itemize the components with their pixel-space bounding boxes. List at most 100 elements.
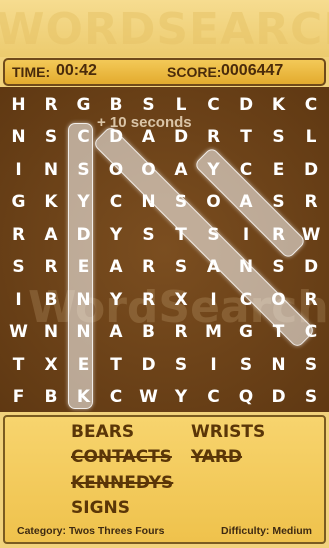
grid-cell[interactable]: R [262, 218, 295, 251]
grid-cell[interactable]: N [230, 251, 263, 284]
grid-cell[interactable]: D [165, 121, 198, 154]
grid-cell[interactable]: I [2, 153, 35, 186]
grid-cell[interactable]: X [35, 348, 68, 381]
grid-cell[interactable]: E [67, 348, 100, 381]
grid-cell[interactable]: C [67, 121, 100, 154]
grid-cell[interactable]: G [67, 88, 100, 121]
grid-cell[interactable]: N [35, 153, 68, 186]
grid-cell[interactable]: K [67, 381, 100, 414]
grid-cell[interactable]: S [132, 88, 165, 121]
grid-cell[interactable]: Q [230, 381, 263, 414]
grid-cell[interactable]: Y [100, 218, 133, 251]
grid-cell[interactable]: R [35, 251, 68, 284]
grid-cell[interactable]: T [2, 348, 35, 381]
grid-cell[interactable]: S [165, 251, 198, 284]
grid-cell[interactable]: S [230, 348, 263, 381]
grid-cell[interactable]: D [100, 121, 133, 154]
grid-cell[interactable]: T [230, 121, 263, 154]
grid-cell[interactable]: S [197, 218, 230, 251]
grid-cell[interactable]: X [165, 283, 198, 316]
grid-cell[interactable]: I [197, 283, 230, 316]
grid-cell[interactable]: I [230, 218, 263, 251]
grid-cell[interactable]: L [165, 88, 198, 121]
grid-cell[interactable]: N [35, 316, 68, 349]
grid-cell[interactable]: T [165, 218, 198, 251]
grid-cell[interactable]: C [197, 88, 230, 121]
grid-cell[interactable]: C [295, 88, 328, 121]
grid-cell[interactable]: K [262, 88, 295, 121]
grid-cell[interactable]: E [67, 251, 100, 284]
grid-cell[interactable]: O [100, 153, 133, 186]
grid-cell[interactable]: R [132, 283, 165, 316]
grid-cell[interactable]: B [35, 283, 68, 316]
grid-cell[interactable]: N [132, 186, 165, 219]
grid-cell[interactable]: S [262, 121, 295, 154]
grid-cell[interactable]: O [132, 153, 165, 186]
grid-cell[interactable]: S [35, 121, 68, 154]
grid-cell[interactable]: R [132, 251, 165, 284]
grid-cell[interactable]: A [197, 251, 230, 284]
grid-cell[interactable]: A [35, 218, 68, 251]
grid-cell[interactable]: E [262, 153, 295, 186]
grid-cell[interactable]: M [197, 316, 230, 349]
grid-cell[interactable]: D [295, 251, 328, 284]
grid-cell[interactable]: I [2, 283, 35, 316]
letter-grid[interactable]: WordSearch + 10 seconds HRGBSLCDKCNSCDAD… [0, 87, 329, 412]
grid-cell[interactable]: R [165, 316, 198, 349]
grid-cell[interactable]: W [132, 381, 165, 414]
grid-cell[interactable]: N [2, 121, 35, 154]
grid-cell[interactable]: S [295, 348, 328, 381]
grid-cell[interactable]: I [197, 348, 230, 381]
grid-cell[interactable]: Y [100, 283, 133, 316]
grid-cell[interactable]: G [2, 186, 35, 219]
grid-cell[interactable]: T [100, 348, 133, 381]
grid-cell[interactable]: C [230, 283, 263, 316]
grid-cell[interactable]: S [2, 251, 35, 284]
grid-cell[interactable]: Y [67, 186, 100, 219]
grid-cell[interactable]: L [295, 121, 328, 154]
grid-cell[interactable]: D [67, 218, 100, 251]
grid-cell[interactable]: A [230, 186, 263, 219]
grid-cell[interactable]: K [35, 186, 68, 219]
grid-cell[interactable]: A [132, 121, 165, 154]
grid-cell[interactable]: R [2, 218, 35, 251]
grid-cell[interactable]: N [67, 316, 100, 349]
grid-cell[interactable]: B [35, 381, 68, 414]
grid-cell[interactable]: H [2, 88, 35, 121]
grid-cell[interactable]: R [295, 186, 328, 219]
grid-cell[interactable]: D [295, 153, 328, 186]
grid-cell[interactable]: F [2, 381, 35, 414]
grid-cell[interactable]: C [295, 316, 328, 349]
grid-cell[interactable]: N [67, 283, 100, 316]
grid-cell[interactable]: D [132, 348, 165, 381]
grid-cell[interactable]: S [67, 153, 100, 186]
grid-cell[interactable]: D [230, 88, 263, 121]
grid-cell[interactable]: N [262, 348, 295, 381]
grid-cell[interactable]: O [262, 283, 295, 316]
grid-cell[interactable]: Y [197, 153, 230, 186]
grid-cell[interactable]: C [230, 153, 263, 186]
grid-cell[interactable]: R [35, 88, 68, 121]
grid-cell[interactable]: C [100, 186, 133, 219]
grid-cell[interactable]: B [100, 88, 133, 121]
grid-cell[interactable]: T [262, 316, 295, 349]
grid-cell[interactable]: A [165, 153, 198, 186]
grid-cell[interactable]: S [165, 348, 198, 381]
grid-cell[interactable]: R [295, 283, 328, 316]
grid-cell[interactable]: Y [165, 381, 198, 414]
grid-cell[interactable]: G [230, 316, 263, 349]
grid-cell[interactable]: S [262, 186, 295, 219]
grid-cell[interactable]: W [295, 218, 328, 251]
grid-cell[interactable]: C [100, 381, 133, 414]
grid-cell[interactable]: C [197, 381, 230, 414]
grid-cell[interactable]: S [262, 251, 295, 284]
grid-cell[interactable]: W [2, 316, 35, 349]
grid-cell[interactable]: O [197, 186, 230, 219]
grid-cell[interactable]: A [100, 251, 133, 284]
grid-cell[interactable]: R [197, 121, 230, 154]
grid-cell[interactable]: D [262, 381, 295, 414]
grid-cell[interactable]: B [132, 316, 165, 349]
grid-cell[interactable]: S [165, 186, 198, 219]
grid-cell[interactable]: S [132, 218, 165, 251]
grid-cell[interactable]: S [295, 381, 328, 414]
